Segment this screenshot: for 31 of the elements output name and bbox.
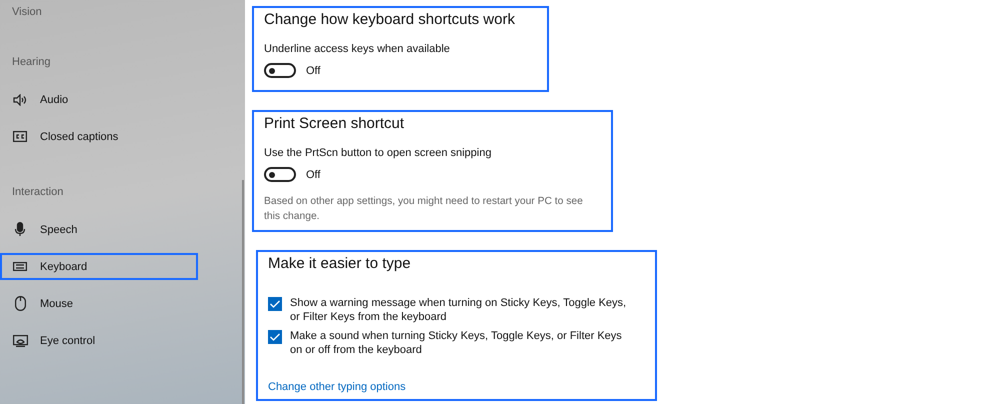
setting-label: Underline access keys when available [264, 43, 451, 55]
toggle-switch[interactable] [264, 167, 296, 182]
speaker-icon [13, 94, 27, 106]
sidebar-item[interactable]: Closed captions [0, 123, 198, 150]
toggle-state: Off [306, 64, 320, 76]
mouse-icon [14, 296, 26, 311]
section-heading: Print Screen shortcut [264, 115, 406, 132]
sidebar-item[interactable]: Audio [0, 86, 198, 113]
group-header: Hearing [11, 56, 52, 69]
section-heading: Make it easier to type [268, 255, 412, 272]
note-text: Based on other app settings, you might need to restart your PC to see this change. [264, 195, 584, 224]
sidebar-item[interactable]: Speech [0, 216, 198, 243]
keyboard-icon [13, 262, 27, 271]
setting-label: Use the PrtScn button to open screen snipping [264, 147, 492, 159]
captions-icon [13, 131, 27, 142]
typing-options-link[interactable]: Change other typing options [268, 381, 406, 393]
checkbox-label: Show a warning message when turning on Sticky Keys, Toggle Keys, or Filter Keys from the keyboard [290, 296, 628, 324]
scrollbar[interactable] [242, 180, 244, 404]
section-heading: Change how keyboard shortcuts work [264, 11, 516, 28]
sidebar-item[interactable]: Eye control [0, 327, 198, 354]
checkbox-label: Make a sound when turning Sticky Keys, Toggle Keys, or Filter Keys on or off from the keyboard [290, 329, 623, 357]
checkbox[interactable] [268, 297, 282, 311]
group-header: Vision [11, 5, 43, 19]
sidebar-item[interactable]: Keyboard [0, 253, 198, 280]
eye-monitor-icon [12, 334, 28, 346]
microphone-icon [14, 222, 26, 237]
group-header: Interaction [11, 186, 64, 199]
sidebar-item[interactable]: Mouse [0, 290, 198, 317]
checkbox[interactable] [268, 330, 282, 344]
toggle-switch[interactable] [264, 63, 296, 78]
toggle-state: Off [306, 168, 320, 180]
